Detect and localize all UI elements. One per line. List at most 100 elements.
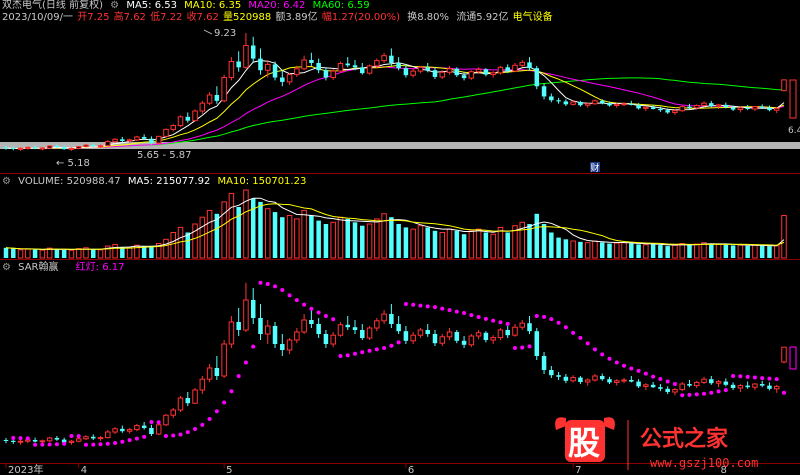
candle-down — [236, 61, 241, 68]
sar-dot — [353, 351, 358, 356]
sar-candle-down — [280, 344, 285, 350]
candle-down — [607, 103, 612, 106]
stock-chart[interactable]: 2023年 4 5 6 7 8 9.23 ← 5.18 5.65 - 5.87 6.4 财… — [0, 0, 800, 475]
x-tick-label: 6 — [408, 465, 414, 475]
sar-candle-down — [650, 384, 656, 388]
sar-candle-up — [643, 384, 649, 387]
candle-down — [534, 68, 540, 87]
volume-bar-up — [112, 243, 118, 259]
sar-dot — [40, 442, 45, 447]
candle-up — [672, 110, 678, 113]
sar-candle-down — [258, 318, 263, 334]
candle-down — [272, 64, 278, 78]
candle-down — [90, 145, 96, 147]
volume-bar-down — [149, 245, 154, 258]
mid-price-label: 5.65 - 5.87 — [137, 150, 192, 161]
sar-dot — [287, 293, 292, 298]
sar-dot — [178, 432, 183, 437]
sar-candle-up — [672, 389, 678, 393]
volume-bar-up — [781, 215, 787, 259]
sar-candle-up — [584, 379, 591, 383]
sar-dot — [767, 376, 772, 381]
candle-up — [97, 145, 104, 148]
candle-down — [730, 107, 736, 110]
sar-candle-down — [309, 320, 314, 324]
volume-bar-down — [454, 230, 460, 258]
sar-dot — [651, 374, 656, 379]
candle-up — [25, 146, 31, 149]
sar-dot — [374, 347, 379, 352]
candle-up — [701, 102, 707, 106]
candle-down — [549, 96, 554, 101]
candle-down — [425, 67, 430, 71]
sar-candle-down — [54, 438, 60, 440]
candle-down — [250, 45, 256, 59]
sar-candle-up — [410, 334, 416, 342]
sar-dot — [171, 433, 176, 438]
sar-dot — [113, 440, 118, 445]
sar-candle-down — [3, 440, 9, 441]
sar-candle-up — [17, 440, 24, 443]
volume-bar-down — [578, 241, 583, 258]
volume-bar-up — [286, 215, 293, 259]
sar-candle-up — [497, 329, 504, 339]
sar-candle-down — [709, 379, 714, 384]
candle-down — [636, 104, 641, 109]
sar-dot — [440, 306, 445, 311]
candle-up — [715, 104, 722, 107]
finance-badge[interactable]: 财 — [591, 162, 600, 174]
volume-bar-up — [294, 218, 300, 259]
sar-dot — [127, 438, 132, 443]
sar-candle-up — [243, 299, 249, 331]
sar-candle-up — [192, 389, 198, 404]
volume-ma10-path — [5, 203, 785, 250]
sar-dot — [33, 442, 38, 447]
sar-dot — [549, 317, 554, 322]
sar-candle-up — [614, 380, 620, 383]
sar-candle-up — [737, 385, 744, 389]
volume-bar-up — [170, 232, 176, 259]
sar-dot — [156, 420, 161, 425]
candle-down — [352, 65, 358, 68]
candle-up — [163, 128, 169, 137]
watermark-logo: 股 公式之家 www.gszj100.com — [555, 417, 758, 470]
volume-bar-up — [672, 244, 678, 259]
volume-bar-down — [3, 247, 9, 258]
sar-dot — [643, 371, 648, 376]
sar-dot — [622, 363, 627, 368]
sar-dot — [331, 317, 336, 322]
sar-candle-down — [723, 381, 729, 385]
volume-bar-down — [709, 243, 714, 258]
candle-up — [519, 61, 525, 66]
sar-candle-up — [417, 329, 424, 336]
candle-up — [83, 144, 89, 148]
sar-dot — [47, 442, 52, 447]
sar-candle-up — [701, 378, 707, 383]
candle-down — [483, 69, 489, 75]
sar-candle-up — [519, 322, 525, 328]
sar-dot — [134, 436, 139, 441]
candle-down — [723, 104, 729, 108]
volume-bar-down — [352, 222, 358, 258]
sar-dot — [105, 441, 110, 446]
x-tick-label: 7 — [575, 465, 581, 475]
sar-candle-up — [83, 436, 89, 440]
sar-dot — [265, 281, 270, 286]
candle-up — [134, 136, 140, 141]
candle-up — [112, 138, 118, 143]
candle-up — [199, 102, 206, 112]
volume-bar-up — [366, 223, 373, 259]
right-marker-sar — [789, 346, 797, 370]
sar-candle-up — [366, 327, 373, 339]
volume-bar-up — [410, 228, 416, 259]
sar-candle-down — [461, 340, 467, 345]
sar-candle-down — [730, 384, 736, 388]
candle-up — [206, 94, 213, 104]
volume-bar-up — [773, 245, 780, 259]
candle-down — [505, 67, 510, 72]
candle-down — [141, 136, 147, 139]
candle-down — [745, 107, 750, 109]
sar-dot — [680, 393, 685, 398]
sar-candle-down — [607, 379, 612, 383]
sar-dot — [25, 436, 30, 441]
